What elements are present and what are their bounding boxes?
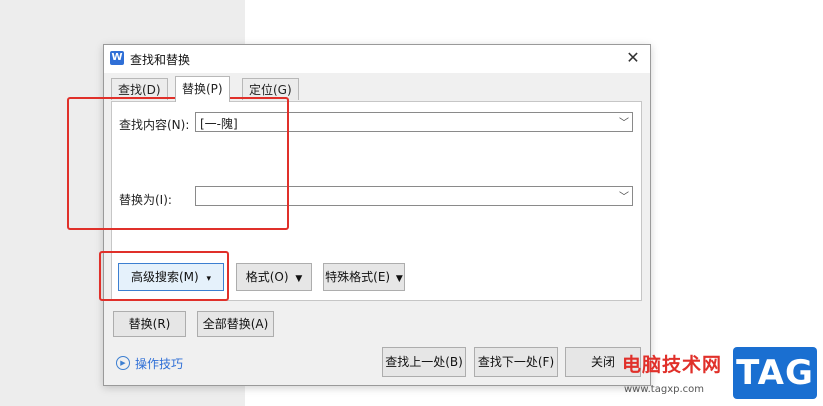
replace-all-button[interactable]: 全部替换(A) bbox=[197, 311, 274, 337]
wps-writer-icon: W bbox=[110, 51, 124, 65]
watermark-text: 电脑技术网 bbox=[622, 354, 723, 376]
watermark-tag-logo: TAG bbox=[733, 347, 817, 399]
find-previous-button[interactable]: 查找上一处(B) bbox=[382, 347, 466, 377]
format-label: 格式(O) bbox=[245, 270, 289, 284]
annotation-highlight-advanced bbox=[99, 251, 229, 301]
title-bar: W 查找和替换 ✕ bbox=[104, 45, 650, 73]
play-circle-icon[interactable]: ▶ bbox=[116, 356, 130, 370]
annotation-highlight-inputs bbox=[67, 97, 289, 230]
chevron-down-icon[interactable]: ﹀ bbox=[619, 114, 629, 129]
tab-replace[interactable]: 替换(P) bbox=[175, 76, 230, 102]
dropdown-arrow-icon: ▼ bbox=[395, 274, 403, 284]
special-format-button[interactable]: 特殊格式(E) ▼ bbox=[323, 263, 405, 291]
dialog-title: 查找和替换 bbox=[130, 53, 191, 67]
special-format-label: 特殊格式(E) bbox=[325, 270, 391, 284]
format-button[interactable]: 格式(O) ▼ bbox=[236, 263, 312, 291]
dropdown-arrow-icon: ▼ bbox=[295, 274, 303, 284]
tips-link[interactable]: 操作技巧 bbox=[135, 355, 183, 372]
chevron-down-icon[interactable]: ﹀ bbox=[619, 188, 629, 203]
close-icon[interactable]: ✕ bbox=[624, 48, 642, 68]
find-next-button[interactable]: 查找下一处(F) bbox=[474, 347, 558, 377]
replace-button[interactable]: 替换(R) bbox=[113, 311, 186, 337]
watermark-url: www.tagxp.com bbox=[624, 384, 704, 395]
